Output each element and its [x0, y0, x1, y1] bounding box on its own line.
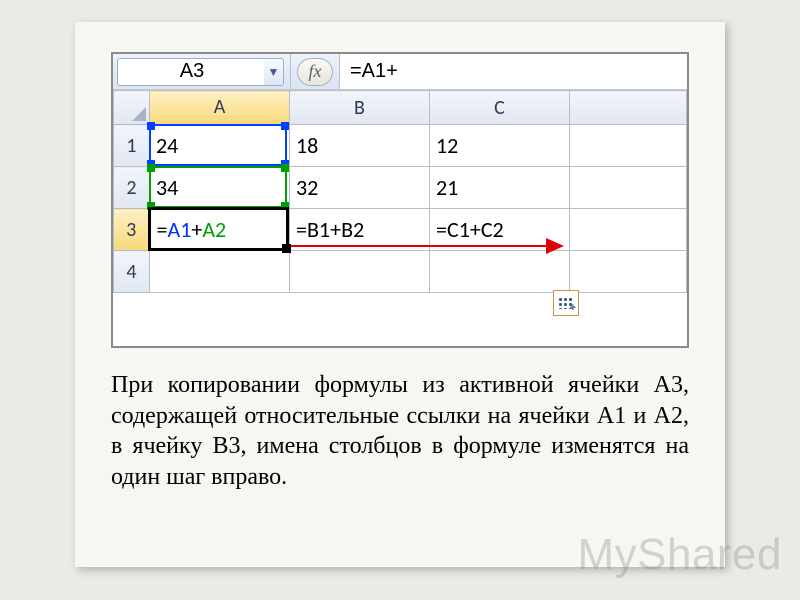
row-2: 2 34 32 21: [114, 167, 687, 209]
formula-input[interactable]: =A1+: [340, 54, 687, 89]
caption-text: При копировании формулы из активной ячей…: [111, 370, 689, 493]
excel-screenshot: A3 ▼ fx =A1+ A B C: [111, 52, 689, 348]
cell-D1[interactable]: [570, 125, 687, 167]
cell-B1[interactable]: 18: [290, 125, 430, 167]
insert-function-button[interactable]: fx: [297, 58, 333, 86]
autofill-dots-icon: [558, 297, 574, 309]
cell-D2[interactable]: [570, 167, 687, 209]
row-1: 1 24 18 12: [114, 125, 687, 167]
cell-A3[interactable]: =A1+A2: [150, 209, 290, 251]
fx-button-wrap: fx: [291, 54, 340, 89]
col-header-A[interactable]: A: [150, 91, 290, 125]
grid-wrap: A B C 1 24 18 12 2: [113, 90, 687, 293]
slide-frame: A3 ▼ fx =A1+ A B C: [75, 22, 725, 567]
cell-B2[interactable]: 32: [290, 167, 430, 209]
cell-C1[interactable]: 12: [430, 125, 570, 167]
cell-C4[interactable]: [430, 251, 570, 293]
column-header-row: A B C: [114, 91, 687, 125]
name-box-wrap: A3 ▼: [113, 54, 291, 89]
cell-C3[interactable]: =C1+C2: [430, 209, 570, 251]
row-header-1[interactable]: 1: [114, 125, 150, 167]
row-header-3[interactable]: 3: [114, 209, 150, 251]
col-header-D[interactable]: [570, 91, 687, 125]
cell-A4[interactable]: [150, 251, 290, 293]
row-3: 3 =A1+A2 =B1+B2 =C1+C2: [114, 209, 687, 251]
autofill-plus-icon: +: [570, 302, 576, 314]
name-box[interactable]: A3: [117, 58, 267, 86]
col-header-B[interactable]: B: [290, 91, 430, 125]
formula-bar: A3 ▼ fx =A1+: [113, 54, 687, 90]
name-box-dropdown-icon[interactable]: ▼: [264, 58, 284, 86]
row-4: 4: [114, 251, 687, 293]
row-header-4[interactable]: 4: [114, 251, 150, 293]
watermark: MyShared: [577, 530, 782, 580]
cell-D3[interactable]: [570, 209, 687, 251]
cell-B4[interactable]: [290, 251, 430, 293]
cell-A2[interactable]: 34: [150, 167, 290, 209]
cell-A1[interactable]: 24: [150, 125, 290, 167]
col-header-C[interactable]: C: [430, 91, 570, 125]
cell-C2[interactable]: 21: [430, 167, 570, 209]
spreadsheet-grid[interactable]: A B C 1 24 18 12 2: [113, 90, 687, 293]
select-all-corner[interactable]: [114, 91, 150, 125]
row-header-2[interactable]: 2: [114, 167, 150, 209]
cell-D4[interactable]: [570, 251, 687, 293]
autofill-options-button[interactable]: +: [553, 290, 579, 316]
cell-B3[interactable]: =B1+B2: [290, 209, 430, 251]
